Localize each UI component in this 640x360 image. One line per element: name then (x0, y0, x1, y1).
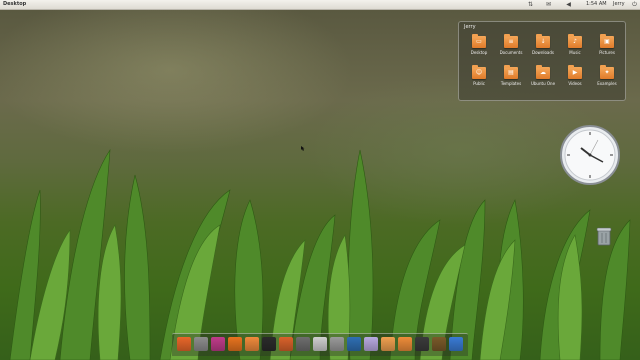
ubuntu-one-icon-glyph: ☁ (540, 69, 546, 76)
firefox-icon[interactable] (228, 337, 242, 351)
palette-icon[interactable] (432, 337, 446, 351)
folder-ubuntu-one[interactable]: ☁ Ubuntu One (528, 65, 558, 97)
power-icon[interactable]: ⏻ (631, 1, 638, 8)
downloads-stack-icon[interactable] (398, 337, 412, 351)
mouse-pointer-icon (301, 146, 305, 151)
pidgin-icon[interactable] (364, 337, 378, 351)
folder-downloads[interactable]: ↓ Downloads (528, 34, 558, 66)
trash-icon[interactable] (596, 226, 612, 246)
home-folder-stack: Jerry ▭ Desktop ≡ Documents ↓ Downloads ♪ Music… (458, 21, 626, 101)
thunderbird-icon[interactable] (347, 337, 361, 351)
text-editor-icon[interactable] (313, 337, 327, 351)
ubuntu-icon[interactable] (177, 337, 191, 351)
folder-label: Examples (597, 81, 617, 86)
terminal-icon[interactable] (262, 337, 276, 351)
documents-icon-glyph: ≡ (508, 38, 514, 45)
calculator-icon[interactable] (330, 337, 344, 351)
system-monitor-icon[interactable] (194, 337, 208, 351)
folder-pictures[interactable]: ▣ Pictures (592, 34, 622, 66)
music-icon-glyph: ♪ (573, 38, 577, 45)
phone-icon[interactable] (415, 337, 429, 351)
videos-icon-glyph: ▶ (572, 69, 578, 76)
stack-title: Jerry (464, 24, 476, 30)
templates-icon-glyph: ▤ (508, 69, 514, 76)
folder-examples[interactable]: ✦ Examples (592, 65, 622, 97)
media-player-icon[interactable] (211, 337, 225, 351)
user-name[interactable]: Jerry (613, 0, 625, 9)
network-icon[interactable]: ⇅ (527, 1, 534, 8)
software-center-icon[interactable] (279, 337, 293, 351)
volume-icon[interactable]: ◀ (565, 1, 572, 8)
clock-text[interactable]: 1:54 AM (586, 0, 607, 9)
desktop-icon-glyph: ▭ (476, 38, 482, 45)
top-panel: Desktop ⇅ ✉ ◀ 1:54 AM Jerry ⏻ (0, 0, 640, 10)
analog-clock (560, 125, 620, 185)
folder-label: Pictures (599, 50, 615, 55)
settings-icon[interactable] (296, 337, 310, 351)
accessibility-icon[interactable] (449, 337, 463, 351)
public-icon-glyph: ☺ (475, 69, 483, 76)
examples-icon-glyph: ✦ (604, 69, 610, 76)
downloads-icon-glyph: ↓ (540, 38, 546, 45)
folder-desktop[interactable]: ▭ Desktop (464, 34, 494, 66)
folder-documents[interactable]: ≡ Documents (496, 34, 526, 66)
active-window-title: Desktop (3, 1, 27, 7)
documents-stack-icon[interactable] (381, 337, 395, 351)
mail-icon[interactable]: ✉ (545, 1, 552, 8)
dock (172, 333, 468, 356)
folder-templates[interactable]: ▤ Templates (496, 65, 526, 97)
home-folder-icon[interactable] (245, 337, 259, 351)
pictures-icon-glyph: ▣ (604, 38, 610, 45)
folder-videos[interactable]: ▶ Videos (560, 65, 590, 97)
folder-music[interactable]: ♪ Music (560, 34, 590, 66)
folder-public[interactable]: ☺ Public (464, 65, 494, 97)
